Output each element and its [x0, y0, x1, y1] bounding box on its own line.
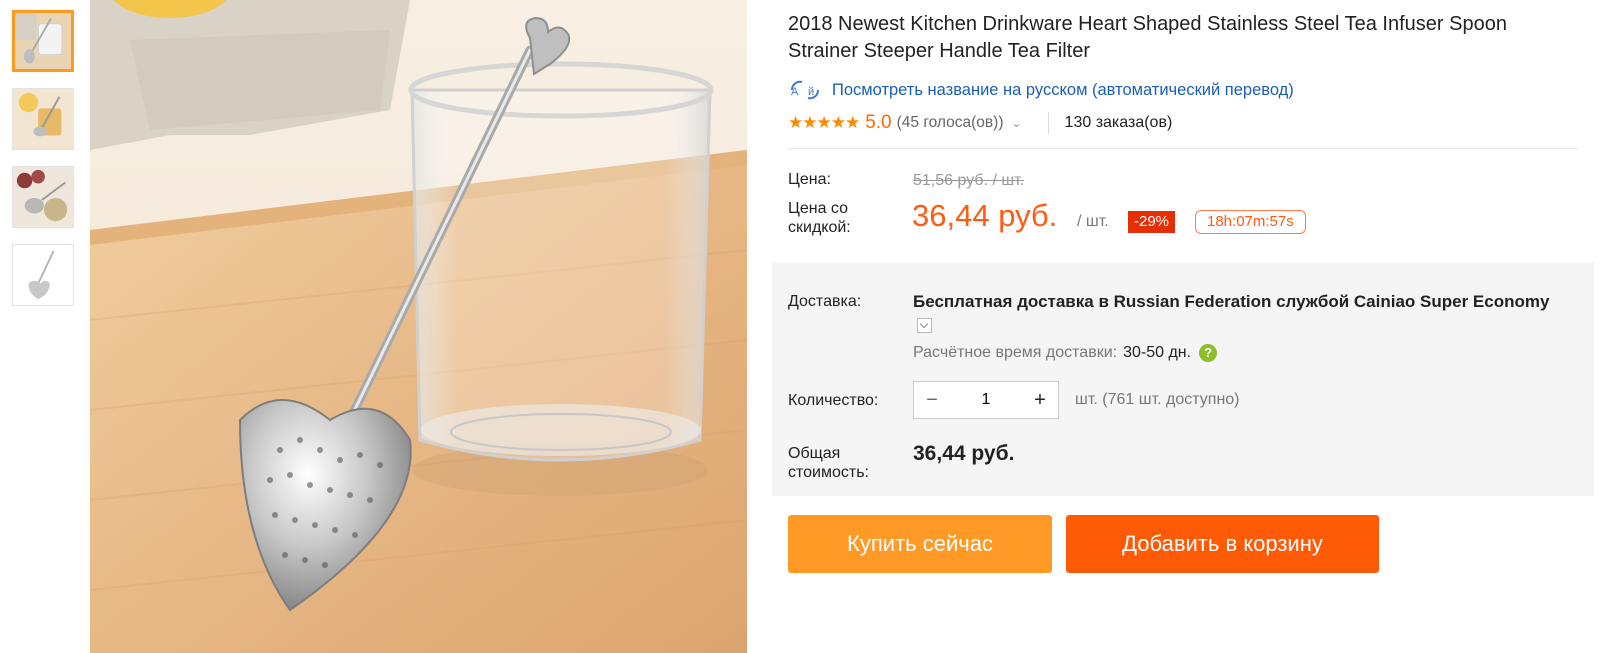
- total-price: 36,44 руб.: [913, 442, 1015, 465]
- svg-text:й: й: [808, 86, 814, 98]
- total-label-line1: Общая: [788, 445, 841, 462]
- main-product-image[interactable]: [90, 0, 747, 653]
- votes-count[interactable]: (45 голоса(ов)): [897, 114, 1004, 132]
- quantity-input[interactable]: [950, 383, 1022, 417]
- eta-value: 30-50 дн.: [1123, 344, 1192, 361]
- thumbnail-3[interactable]: [12, 166, 74, 228]
- star-rating-icons: ★★★★★: [788, 113, 860, 132]
- quantity-label: Количество:: [788, 392, 879, 409]
- countdown-timer: 18h:07m:57s: [1195, 210, 1306, 234]
- increase-quantity-button[interactable]: +: [1022, 382, 1058, 418]
- buy-now-button[interactable]: Купить сейчас: [788, 515, 1052, 573]
- discount-price-label-line2: скидкой:: [788, 219, 851, 236]
- help-icon[interactable]: ?: [1199, 344, 1218, 362]
- chevron-down-icon[interactable]: ⌄: [1011, 116, 1021, 130]
- thumbnail-4[interactable]: [12, 244, 74, 306]
- eta-label: Расчётное время доставки:: [913, 344, 1118, 361]
- shipping-text: Бесплатная доставка в Russian Federation…: [913, 292, 1550, 311]
- divider: [1047, 112, 1049, 134]
- price-label: Цена:: [788, 171, 831, 188]
- shipping-label: Доставка:: [788, 293, 862, 310]
- orders-count: 130 заказа(ов): [1064, 114, 1173, 131]
- discount-price-label-line1: Цена со: [788, 200, 848, 217]
- delivery-eta: Расчётное время доставки: 30-50 дн. ?: [913, 344, 1218, 362]
- rating-value: 5.0: [865, 112, 892, 133]
- add-to-cart-button[interactable]: Добавить в корзину: [1066, 515, 1379, 573]
- rating-row: ★★★★★ 5.0 (45 голоса(ов)) ⌄ 130 заказа(о…: [788, 111, 1172, 135]
- product-page: 2018 Newest Kitchen Drinkware Heart Shap…: [0, 0, 1600, 653]
- discount-price: 36,44 руб.: [912, 198, 1058, 233]
- decrease-quantity-button[interactable]: −: [914, 382, 950, 418]
- translate-icon: A й: [788, 79, 822, 101]
- divider: [788, 148, 1578, 149]
- total-label-line2: стоимость:: [788, 464, 869, 481]
- old-price: 51,56 руб. / шт.: [913, 172, 1025, 189]
- quantity-stepper: − +: [913, 381, 1059, 419]
- translate-row: A й Посмотреть название на русском (авто…: [788, 78, 1294, 102]
- discount-badge: -29%: [1128, 211, 1176, 233]
- svg-text:A: A: [791, 86, 799, 98]
- per-unit: / шт.: [1077, 213, 1109, 230]
- shipping-method[interactable]: Бесплатная доставка в Russian Federation…: [913, 290, 1553, 338]
- chevron-down-icon[interactable]: [917, 318, 932, 334]
- product-title: 2018 Newest Kitchen Drinkware Heart Shap…: [788, 13, 1507, 62]
- thumbnail-1[interactable]: [12, 10, 74, 72]
- translate-link[interactable]: Посмотреть название на русском (автомати…: [832, 81, 1294, 100]
- availability-text: шт. (761 шт. доступно): [1075, 391, 1240, 408]
- thumbnail-2[interactable]: [12, 88, 74, 150]
